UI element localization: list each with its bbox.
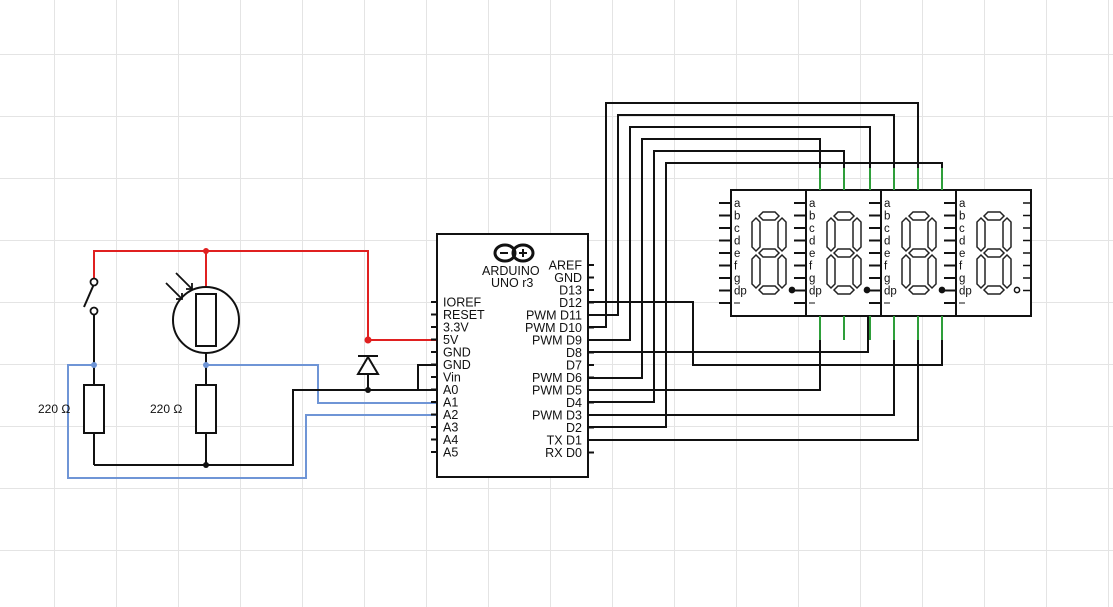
arduino-pin-label: RX D0 <box>545 446 582 460</box>
arduino-model: UNO r3 <box>491 276 533 290</box>
arduino-pin-label: A5 <box>443 446 458 460</box>
arduino-board: ARDUINO UNO r3 IOREFRESET3.3V5VGNDGNDVin… <box>431 233 594 478</box>
seven-segment-display: abcdefgdpabcdefgdpabcdefgdpabcdefgdp <box>719 168 1032 340</box>
segment-label: b <box>959 211 965 223</box>
segment-label: e <box>884 248 890 260</box>
segment-label: g <box>809 273 815 285</box>
junction-dot <box>365 387 371 393</box>
switch-contact <box>89 306 99 316</box>
segment-label: a <box>734 198 741 210</box>
segment-label: e <box>734 248 740 260</box>
segment-label: d <box>884 236 890 248</box>
power-wire <box>93 250 437 341</box>
junction-dot <box>203 362 209 368</box>
segment-label: g <box>959 273 965 285</box>
junction-dot <box>203 248 209 254</box>
switch-contact <box>89 277 99 287</box>
segment-label: dp <box>884 286 897 298</box>
segment-label: b <box>884 211 890 223</box>
schematic: 220 Ω 220 Ω ARDUINO UNO r3 IOREFRESET3.3… <box>38 102 1032 479</box>
segment-label: b <box>809 211 815 223</box>
segment-label: e <box>809 248 815 260</box>
ground-wire <box>93 311 437 466</box>
segment-label: b <box>734 211 740 223</box>
segment-label: a <box>959 198 966 210</box>
segment-label: d <box>809 236 815 248</box>
resistor-left <box>83 384 105 434</box>
junction-dot <box>203 462 209 468</box>
push-switch <box>83 283 95 308</box>
segment-label: g <box>734 273 740 285</box>
segment-label: e <box>959 248 965 260</box>
segment-label: c <box>884 223 890 235</box>
decimal-point <box>1013 286 1021 294</box>
junction-dot <box>364 336 372 344</box>
segment-label: d <box>734 236 740 248</box>
signal-wire <box>67 364 437 479</box>
resistor-left-label: 220 Ω <box>38 402 70 416</box>
decimal-point <box>938 286 946 294</box>
segment-label: c <box>734 223 740 235</box>
junction-dot <box>91 362 97 368</box>
decimal-point <box>788 286 796 294</box>
segment-label: c <box>959 223 965 235</box>
segment-label: d <box>959 236 965 248</box>
decimal-point <box>863 286 871 294</box>
photoresistor <box>165 272 240 354</box>
segment-label: dp <box>959 286 972 298</box>
segment-label: c <box>809 223 815 235</box>
resistor-mid <box>195 384 217 434</box>
resistor-mid-label: 220 Ω <box>150 402 182 416</box>
segment-label: dp <box>734 286 747 298</box>
diode <box>356 355 380 390</box>
segment-label: a <box>884 198 891 210</box>
segment-label: dp <box>809 286 822 298</box>
segment-label: a <box>809 198 816 210</box>
segment-label: g <box>884 273 890 285</box>
